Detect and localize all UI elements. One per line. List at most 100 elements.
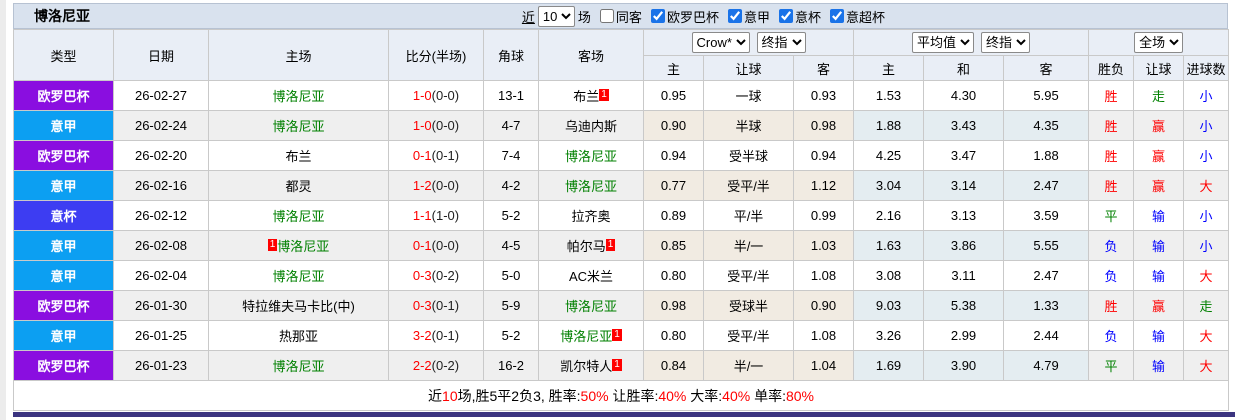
fulltime-score: 0-3: [412, 268, 432, 283]
seriea-label: 意甲: [743, 9, 770, 25]
match-row: 欧罗巴杯 26-02-27 博洛尼亚 1-0(0-0) 13-1 布兰 1 0.95 一球 0.9…: [13, 80, 1230, 111]
col-header-date: 日期: [113, 29, 209, 81]
summary-row: 近10场,胜5平2负3, 胜率:50% 让胜率:40% 大率:40% 单率:80…: [12, 380, 1230, 411]
corner-cell: 4-5: [483, 230, 539, 261]
league-type-cell[interactable]: 意甲: [13, 320, 114, 351]
goals-result-cell: 小: [1183, 80, 1230, 111]
avg-away-odds-cell: 5.95: [1003, 80, 1090, 111]
recent-link[interactable]: 近: [522, 7, 535, 26]
crow-away-odds-cell: 0.98: [792, 110, 855, 141]
match-row: 意甲 26-02-24 博洛尼亚 1-0(0-0) 4-7 乌迪内斯 0.90 半球 0.98 1…: [13, 110, 1230, 141]
avg-odds-select[interactable]: 平均值: [912, 32, 975, 53]
corner-cell: 5-0: [483, 260, 539, 291]
handicap-source-header: Crow* 终指: [642, 29, 855, 56]
goals-result-cell: 大: [1183, 260, 1230, 291]
avg-away-odds-cell: 2.47: [1003, 260, 1090, 291]
league-type-cell[interactable]: 意甲: [13, 110, 114, 141]
halftime-score: (0-1): [431, 328, 460, 343]
coppa-checkbox[interactable]: [778, 9, 793, 23]
team-name[interactable]: 帕尔马: [567, 239, 606, 254]
col-header-corner: 角球: [483, 29, 539, 81]
goals-result-cell: 大: [1183, 170, 1230, 201]
goals-result-cell: 大: [1183, 320, 1230, 351]
odds-time-select[interactable]: 终指: [981, 32, 1031, 53]
team-name[interactable]: 博洛尼亚: [565, 179, 617, 194]
score-cell: 1-2(0-0): [388, 170, 484, 201]
handicap-result-cell: 输: [1133, 350, 1185, 381]
league-type-cell[interactable]: 意甲: [13, 230, 114, 261]
team-name[interactable]: 特拉维夫马卡比(中): [242, 299, 355, 314]
crow-home-odds-cell: 0.98: [643, 290, 704, 321]
handicap-time-select[interactable]: 终指: [756, 32, 806, 53]
team-name[interactable]: AC米兰: [569, 269, 613, 284]
avg-draw-odds-cell: 3.47: [923, 140, 1005, 171]
result-cell: 胜: [1088, 170, 1135, 201]
match-row: 意甲 26-02-04 博洛尼亚 0-3(0-2) 5-0 AC米兰 0.80 受平/半 1.0…: [13, 260, 1230, 291]
date-cell: 26-02-20: [113, 140, 209, 171]
league-type-cell[interactable]: 意杯: [13, 200, 114, 231]
home-team-cell: 博洛尼亚: [208, 80, 389, 111]
avg-away-odds-cell: 3.59: [1003, 200, 1090, 231]
match-row: 欧罗巴杯 26-01-23 博洛尼亚 2-2(0-2) 16-2 凯尔特人 1 0.84 半/一…: [13, 350, 1230, 381]
league-filter-coppa: 意杯: [773, 7, 821, 26]
col-header-home: 主场: [208, 29, 389, 81]
bookmaker-select[interactable]: Crow*: [691, 32, 750, 53]
team-name[interactable]: 博洛尼亚: [272, 209, 324, 224]
team-name[interactable]: 博洛尼亚: [560, 329, 612, 344]
corner-cell: 13-1: [483, 80, 539, 111]
score-cell: 2-2(0-2): [388, 350, 484, 381]
team-name[interactable]: 博洛尼亚: [565, 149, 617, 164]
avg-home-odds-cell: 1.69: [853, 350, 925, 381]
team-name[interactable]: 博洛尼亚: [272, 89, 324, 104]
league-type-cell[interactable]: 欧罗巴杯: [13, 290, 114, 321]
team-name[interactable]: 拉齐奥: [571, 209, 610, 224]
team-name[interactable]: 都灵: [285, 179, 311, 194]
seriea-checkbox[interactable]: [727, 9, 742, 23]
same-away-filter: 同客: [594, 7, 642, 26]
league-type-cell[interactable]: 欧罗巴杯: [13, 80, 114, 111]
summary-stat-label: 让胜率:: [608, 387, 659, 404]
team-name[interactable]: 博洛尼亚: [277, 239, 329, 254]
goals-result-cell: 小: [1183, 110, 1230, 141]
crow-home-odds-cell: 0.84: [643, 350, 704, 381]
avg-draw-odds-cell: 3.90: [923, 350, 1005, 381]
away-team-cell: 博洛尼亚: [538, 140, 644, 171]
col-header-avg-away: 客: [1003, 55, 1090, 81]
team-name[interactable]: 热那亚: [279, 329, 318, 344]
europa-checkbox[interactable]: [650, 9, 665, 23]
league-type-cell[interactable]: 欧罗巴杯: [13, 140, 114, 171]
away-team-cell: 凯尔特人 1: [538, 350, 644, 381]
coppa-label: 意杯: [794, 9, 821, 25]
handicap-result-cell: 输: [1133, 260, 1185, 291]
team-name[interactable]: 凯尔特人: [560, 359, 612, 374]
team-name[interactable]: 博洛尼亚: [272, 359, 324, 374]
summary-stat-value: 40%: [658, 387, 687, 404]
result-cell: 负: [1088, 230, 1135, 261]
match-rows: 欧罗巴杯 26-02-27 博洛尼亚 1-0(0-0) 13-1 布兰 1 0.95 一球 0.9…: [13, 80, 1230, 381]
fulltime-score: 1-2: [412, 178, 432, 193]
team-name[interactable]: 乌迪内斯: [565, 119, 617, 134]
home-team-cell: 特拉维夫马卡比(中): [208, 290, 389, 321]
recent-count-select[interactable]: 10: [537, 5, 575, 27]
supercoppa-checkbox[interactable]: [829, 9, 844, 23]
league-type-cell[interactable]: 欧罗巴杯: [13, 350, 114, 381]
europa-label: 欧罗巴杯: [666, 9, 719, 25]
result-cell: 胜: [1088, 80, 1135, 111]
fulltime-score: 0-3: [412, 298, 432, 313]
halftime-score: (0-2): [431, 268, 460, 283]
goals-result-cell: 走: [1183, 290, 1230, 321]
league-type-cell[interactable]: 意甲: [13, 260, 114, 291]
same-away-checkbox[interactable]: [599, 9, 614, 23]
avg-draw-odds-cell: 5.38: [923, 290, 1005, 321]
league-type-cell[interactable]: 意甲: [13, 170, 114, 201]
team-name[interactable]: 博洛尼亚: [272, 119, 324, 134]
team-name[interactable]: 博洛尼亚: [565, 299, 617, 314]
team-name[interactable]: 布兰: [285, 149, 311, 164]
avg-draw-odds-cell: 3.86: [923, 230, 1005, 261]
scope-select[interactable]: 全场: [1134, 32, 1184, 53]
team-name[interactable]: 布兰: [573, 89, 599, 104]
home-team-cell: 博洛尼亚: [208, 260, 389, 291]
fulltime-score: 1-1: [412, 208, 432, 223]
team-name[interactable]: 博洛尼亚: [272, 269, 324, 284]
corner-cell: 5-9: [483, 290, 539, 321]
